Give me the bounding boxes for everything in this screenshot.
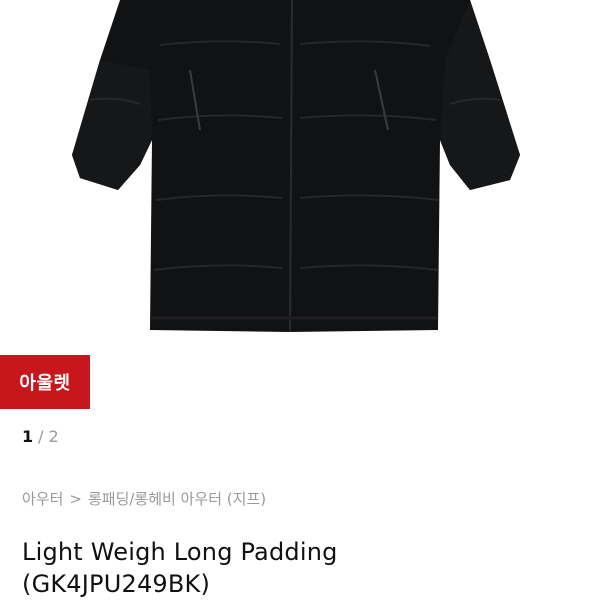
coat-sleeve-left (72, 60, 152, 190)
long-padding-coat-illustration (72, 0, 520, 333)
breadcrumb: 아우터 > 롱패딩/롱헤비 아우터 (지프) (22, 488, 266, 509)
pager-current: 1 (22, 427, 34, 446)
pager-separator: / (38, 427, 44, 446)
product-title: Light Weigh Long Padding (GK4JPU249BK) (22, 536, 582, 600)
pager-total: 2 (48, 427, 59, 446)
breadcrumb-subcategory[interactable]: 롱패딩/롱헤비 아우터 (지프) (88, 490, 266, 508)
product-title-line1: Light Weigh Long Padding (22, 538, 338, 566)
outlet-badge-label: 아울렛 (19, 373, 71, 394)
image-pager: 1/2 (22, 427, 59, 446)
product-title-line2: (GK4JPU249BK) (22, 570, 211, 598)
breadcrumb-separator: > (69, 490, 82, 508)
outlet-badge: 아울렛 (0, 355, 90, 409)
product-image[interactable] (0, 0, 590, 345)
breadcrumb-category[interactable]: 아우터 (22, 490, 63, 508)
